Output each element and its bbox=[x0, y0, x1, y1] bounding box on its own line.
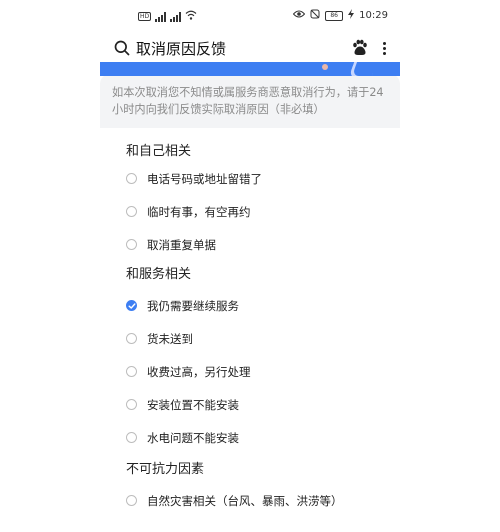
option-duplicate-order[interactable]: 取消重复单据 bbox=[100, 228, 400, 261]
option-temporary-busy[interactable]: 临时有事，有空再约 bbox=[100, 195, 400, 228]
option-label: 安装位置不能安装 bbox=[147, 397, 239, 412]
more-options-icon[interactable] bbox=[383, 41, 386, 55]
radio-unchecked[interactable] bbox=[126, 173, 137, 184]
section-service: 和服务相关 我仍需要继续服务 货未送到 收费过高，另行处理 安装位置不能安装 水… bbox=[100, 265, 400, 454]
section-force-majeure: 不可抗力因素 自然灾害相关（台风、暴雨、洪涝等） bbox=[100, 460, 400, 517]
radio-unchecked[interactable] bbox=[126, 495, 137, 506]
header-banner bbox=[100, 62, 400, 76]
option-label: 电话号码或地址留错了 bbox=[147, 171, 262, 186]
header-actions bbox=[351, 39, 386, 57]
radio-unchecked[interactable] bbox=[126, 239, 137, 250]
left-margin bbox=[0, 0, 100, 532]
status-right: 86 10:29 bbox=[292, 9, 388, 22]
radio-unchecked[interactable] bbox=[126, 333, 137, 344]
page-title: 取消原因反馈 bbox=[136, 39, 227, 58]
option-location-unsuitable[interactable]: 安装位置不能安装 bbox=[100, 388, 400, 421]
option-goods-not-delivered[interactable]: 货未送到 bbox=[100, 322, 400, 355]
battery-icon: 86 bbox=[325, 10, 344, 21]
charging-icon bbox=[348, 9, 355, 22]
search-icon[interactable] bbox=[114, 40, 130, 56]
radio-checked-icon[interactable] bbox=[126, 300, 137, 311]
section-title-self: 和自己相关 bbox=[126, 144, 192, 159]
sim1-hd-badge: HD bbox=[138, 12, 152, 21]
baidu-paw-icon[interactable] bbox=[351, 39, 369, 57]
option-label: 自然灾害相关（台风、暴雨、洪涝等） bbox=[147, 493, 343, 508]
phone-screen: HD 86 10:29 取消原因反馈 如本次取消您不知情或属服务商恶意取消行为，… bbox=[100, 0, 400, 532]
feedback-textarea[interactable]: 如本次取消您不知情或属服务商恶意取消行为，请于24小时内向我们反馈实际取消原因（… bbox=[100, 74, 400, 128]
section-self: 和自己相关 电话号码或地址留错了 临时有事，有空再约 取消重复单据 bbox=[100, 142, 400, 261]
option-label: 临时有事，有空再约 bbox=[147, 204, 251, 219]
option-label: 取消重复单据 bbox=[147, 237, 216, 252]
option-label: 我仍需要继续服务 bbox=[147, 298, 239, 313]
option-utility-problem[interactable]: 水电问题不能安装 bbox=[100, 421, 400, 454]
option-label: 收费过高，另行处理 bbox=[147, 364, 251, 379]
eye-icon bbox=[292, 10, 306, 21]
signal-icon-2 bbox=[170, 11, 182, 22]
section-title-service: 和服务相关 bbox=[126, 267, 192, 282]
radio-unchecked[interactable] bbox=[126, 399, 137, 410]
option-continue-service[interactable]: 我仍需要继续服务 bbox=[100, 289, 400, 322]
signal-group: HD bbox=[138, 10, 197, 23]
banner-decoration-dot bbox=[322, 64, 328, 70]
clock-time: 10:29 bbox=[359, 10, 388, 21]
option-natural-disaster[interactable]: 自然灾害相关（台风、暴雨、洪涝等） bbox=[100, 484, 400, 517]
option-label: 水电问题不能安装 bbox=[147, 430, 239, 445]
right-margin bbox=[400, 0, 500, 532]
top-bar: 取消原因反馈 bbox=[100, 36, 400, 60]
banner-decoration bbox=[347, 62, 378, 76]
option-fee-too-high[interactable]: 收费过高，另行处理 bbox=[100, 355, 400, 388]
option-label: 货未送到 bbox=[147, 331, 193, 346]
mute-icon bbox=[310, 9, 320, 22]
radio-unchecked[interactable] bbox=[126, 206, 137, 217]
radio-unchecked[interactable] bbox=[126, 366, 137, 377]
radio-unchecked[interactable] bbox=[126, 432, 137, 443]
option-wrong-phone-address[interactable]: 电话号码或地址留错了 bbox=[100, 162, 400, 195]
wifi-icon bbox=[185, 10, 197, 23]
signal-icon bbox=[155, 11, 167, 22]
section-title-force-majeure: 不可抗力因素 bbox=[126, 462, 205, 477]
status-bar: HD 86 10:29 bbox=[100, 0, 400, 36]
